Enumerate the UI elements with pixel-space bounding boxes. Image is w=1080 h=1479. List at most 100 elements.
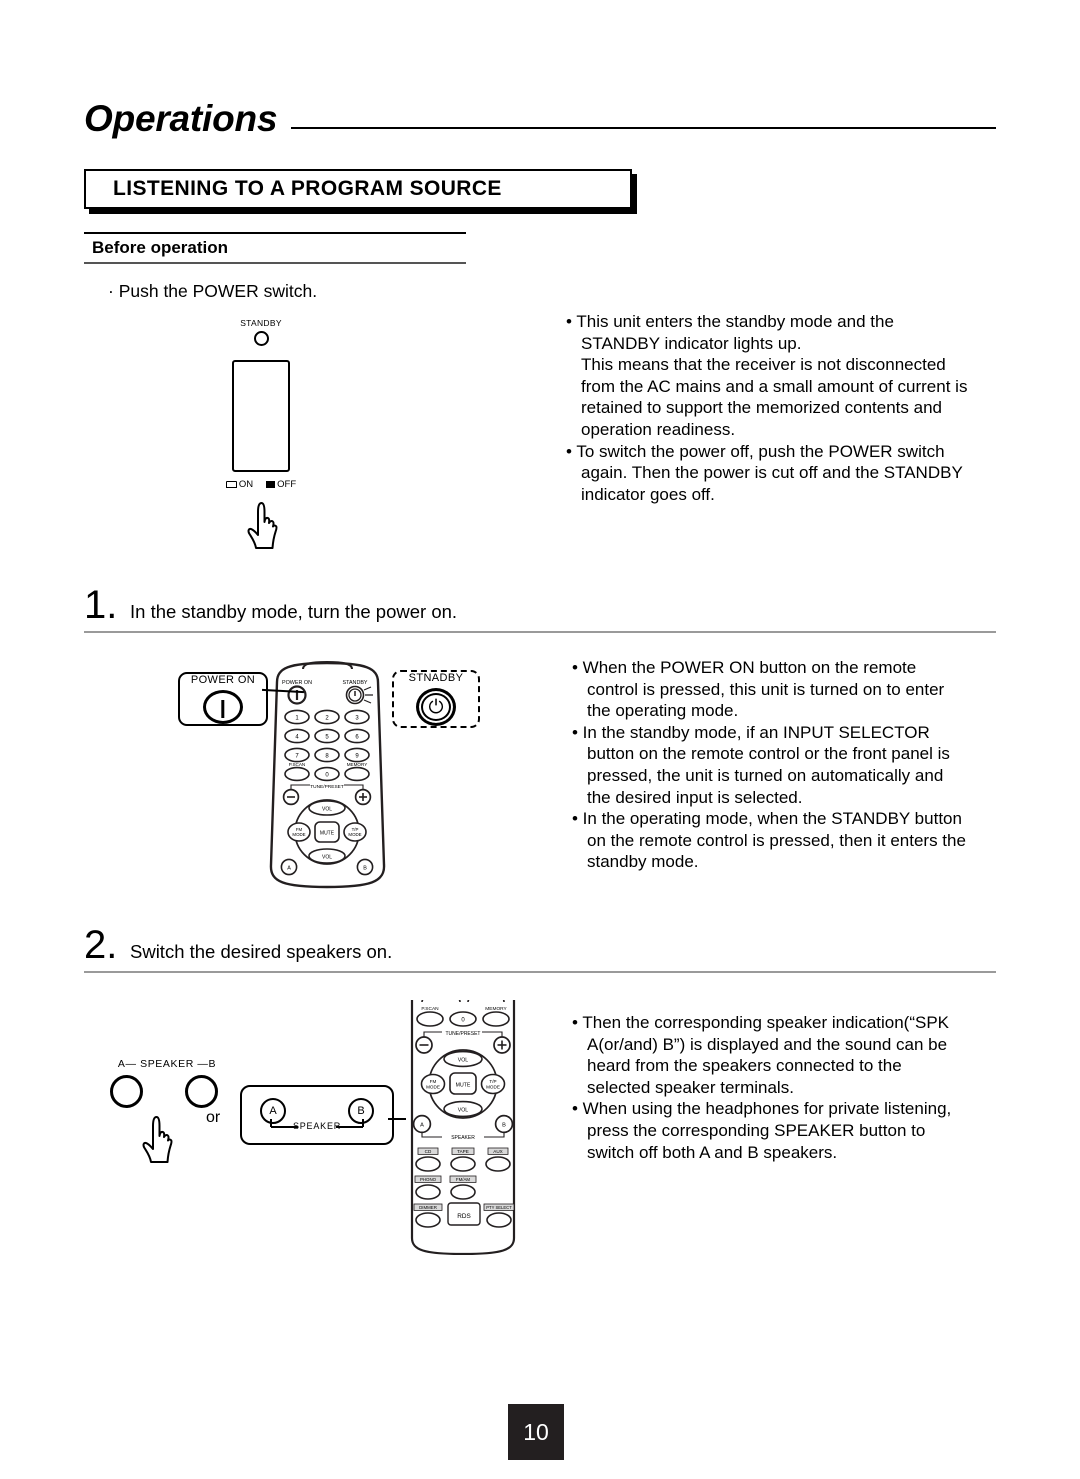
svg-text:CD: CD — [425, 1149, 432, 1154]
subheading-block: Before operation — [84, 232, 466, 264]
svg-text:STANDBY: STANDBY — [342, 680, 367, 686]
note-line: heard from the speakers connected to the — [587, 1056, 902, 1076]
svg-text:RDS: RDS — [457, 1213, 471, 1220]
svg-text:TUNE/PRESET: TUNE/PRESET — [310, 784, 344, 790]
note-line: • In the operating mode, when the STANDB… — [572, 809, 962, 829]
remote-control-top-illustration: POWER ON STANDBY 1 2 3 4 5 6 7 8 9 P.SCA… — [269, 660, 386, 889]
svg-text:VOL: VOL — [322, 807, 332, 813]
note-line: A(or/and) B”) is displayed and the sound… — [587, 1034, 948, 1054]
svg-text:MUTE: MUTE — [456, 1082, 471, 1088]
step-2-title: Switch the desired speakers on. — [130, 941, 393, 962]
speaker-ab-label: A— SPEAKER —B — [117, 1058, 217, 1070]
svg-text:A: A — [287, 865, 291, 871]
note-line: standby mode. — [587, 852, 699, 872]
note-line: This means that the receiver is not disc… — [581, 355, 946, 375]
off-marker-icon — [266, 481, 276, 488]
standby-indicator-label: STANDBY — [240, 318, 282, 328]
svg-text:MODE: MODE — [348, 832, 361, 837]
svg-text:PHONO: PHONO — [420, 1177, 437, 1182]
on-marker-icon — [225, 481, 237, 488]
svg-text:TAPE: TAPE — [457, 1149, 469, 1154]
subheading-rule-bottom — [84, 262, 466, 264]
callout-speaker-leader — [388, 1118, 406, 1120]
svg-text:AUX: AUX — [493, 1149, 502, 1154]
note-line: • In the standby mode, if an INPUT SELEC… — [572, 722, 930, 742]
note-line: pressed, the unit is turned on automatic… — [587, 765, 944, 785]
step-2-header: 2. Switch the desired speakers on. — [84, 925, 996, 973]
svg-text:PTY SELECT: PTY SELECT — [486, 1205, 512, 1210]
note-line: retained to support the memorized conten… — [581, 398, 942, 418]
pointing-hand-icon — [247, 502, 278, 549]
power-switch-onoff-labels: ON OFF — [196, 479, 326, 490]
page-header: Operations — [84, 100, 996, 137]
note-line: control is pressed, this unit is turned … — [587, 679, 945, 699]
before-operation-lead: · Push the POWER switch. — [108, 281, 318, 301]
svg-text:MODE: MODE — [292, 832, 305, 837]
subheading-text: Before operation — [92, 238, 229, 257]
section-heading-banner: LISTENING TO A PROGRAM SOURCE — [84, 169, 632, 209]
svg-text:VOL: VOL — [322, 855, 332, 861]
callout-standby: STNADBY ⏻ — [392, 670, 480, 728]
note-line: • This unit enters the standby mode and … — [566, 312, 894, 331]
step-2-number: 2. — [84, 923, 118, 967]
note-line: switch off both A and B speakers. — [587, 1142, 838, 1162]
callout-standby-label: STNADBY — [408, 672, 464, 684]
svg-text:FM/AM: FM/AM — [456, 1177, 470, 1182]
power-on-icon — [203, 690, 243, 724]
power-switch-figure: STANDBY ON OFF — [196, 318, 326, 550]
note-line: • When the POWER ON button on the remote — [572, 658, 917, 677]
svg-text:DIMMER: DIMMER — [419, 1205, 437, 1210]
svg-text:SPEAKER: SPEAKER — [451, 1135, 475, 1141]
svg-text:MODE: MODE — [426, 1084, 440, 1089]
note-line: button on the remote control or the fron… — [587, 744, 950, 764]
note-line: press the corresponding SPEAKER button t… — [587, 1120, 926, 1140]
note-line: • Then the corresponding speaker indicat… — [572, 1013, 950, 1032]
svg-text:T/P: T/P — [489, 1079, 496, 1084]
svg-text:VOL: VOL — [458, 1108, 468, 1114]
callout-power-on: POWER ON — [178, 672, 268, 726]
page-number: 10 — [508, 1404, 564, 1460]
step-2-notes: • Then the corresponding speaker indicat… — [572, 1012, 1002, 1163]
callout-speaker-ab: A B SPEAKER — [240, 1085, 394, 1145]
svg-text:FM: FM — [430, 1079, 437, 1084]
page-title: Operations — [84, 98, 278, 139]
off-label: OFF — [277, 479, 297, 490]
note-line: selected speaker terminals. — [587, 1077, 794, 1097]
callout-speaker-label: SPEAKER — [292, 1121, 342, 1131]
svg-text:VOL: VOL — [458, 1058, 468, 1064]
svg-text:TUNE/PRESET: TUNE/PRESET — [445, 1031, 480, 1037]
or-separator: or — [206, 1109, 221, 1126]
note-line: STANDBY indicator lights up. — [581, 333, 802, 353]
speaker-b-knob[interactable] — [185, 1075, 218, 1108]
svg-text:MUTE: MUTE — [320, 831, 335, 837]
note-line: the desired input is selected. — [587, 787, 803, 807]
svg-text:B: B — [363, 865, 367, 871]
svg-text:MODE: MODE — [486, 1084, 500, 1089]
standby-led-icon — [253, 331, 269, 346]
step-1-rule — [84, 631, 996, 633]
step-1-number: 1. — [84, 583, 118, 627]
svg-text:P.SCAN: P.SCAN — [289, 762, 306, 767]
power-switch-body — [232, 360, 290, 472]
on-marker-group: ON — [225, 479, 254, 490]
svg-text:P.SCAN: P.SCAN — [421, 1006, 439, 1012]
step-2-rule — [84, 971, 996, 973]
standby-power-icon: ⏻ — [416, 688, 456, 726]
manual-page: Operations LISTENING TO A PROGRAM SOURCE… — [0, 0, 1080, 1479]
off-marker-group: OFF — [266, 479, 296, 490]
note-line: operation readiness. — [581, 419, 736, 439]
step-1-notes: • When the POWER ON button on the remote… — [572, 657, 997, 873]
note-line: on the remote control is pressed, then i… — [587, 830, 966, 850]
note-line: the operating mode. — [587, 701, 739, 721]
pointing-hand-icon — [142, 1116, 173, 1163]
before-operation-notes: • This unit enters the standby mode and … — [566, 311, 996, 505]
on-label: ON — [238, 479, 254, 490]
section-heading-text: LISTENING TO A PROGRAM SOURCE — [113, 177, 502, 200]
note-line: again. Then the power is cut off and the… — [581, 463, 963, 483]
svg-text:MEMORY: MEMORY — [485, 1006, 507, 1012]
svg-text:MEMORY: MEMORY — [347, 762, 368, 767]
note-line: indicator goes off. — [581, 484, 715, 504]
callout-power-on-label: POWER ON — [190, 674, 256, 686]
remote-control-bottom-illustration: P.SCAN MEMORY 0 TUNE/PRESET VOL VOL FM M… — [410, 1000, 516, 1255]
speaker-a-knob[interactable] — [110, 1075, 143, 1108]
